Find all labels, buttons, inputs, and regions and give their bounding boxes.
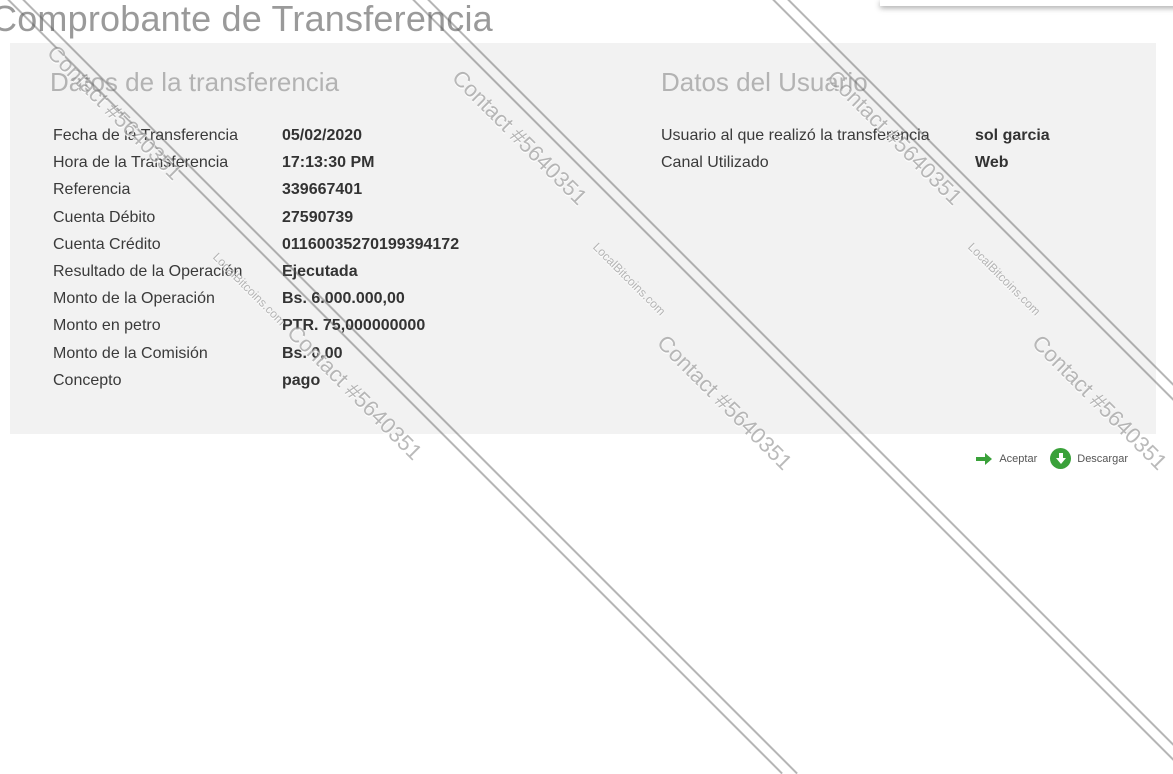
transfer-label: Hora de la Transferencia [53, 154, 229, 172]
concept-value: pago [282, 371, 321, 389]
page-title: Comprobante de Transferencia [0, 0, 493, 39]
operation-amount-value: Bs. 6.000.000,00 [282, 290, 405, 308]
transfer-label: Cuenta Crédito [53, 235, 161, 253]
transfer-label: Cuenta Débito [53, 208, 156, 226]
reference-value: 339667401 [282, 181, 363, 199]
channel-value: Web [975, 154, 1009, 172]
debit-account-value: 27590739 [282, 208, 354, 226]
transfer-label: Fecha de la Transferencia [53, 127, 238, 144]
receipt-panel: Datos de la transferencia Fecha de la Tr… [10, 43, 1156, 434]
transfer-label: Monto de la Comisión [53, 344, 208, 362]
transfer-label: Monto en petro [53, 317, 161, 335]
download-label: Descargar [1077, 452, 1128, 465]
download-button[interactable]: Descargar [1042, 448, 1128, 469]
user-label: Usuario al que realizó la transferencia [661, 127, 930, 144]
accept-button[interactable]: Aceptar [975, 452, 1037, 466]
transfer-time-value: 17:13:30 PM [282, 154, 375, 172]
petro-amount-value: PTR. 75,000000000 [282, 317, 426, 335]
arrow-right-icon [976, 452, 993, 465]
credit-account-value: 01160035270199394172 [282, 235, 460, 253]
transfer-section-title: Datos de la transferencia [50, 67, 340, 97]
footer-actions: Aceptar Descargar [975, 448, 1128, 469]
dialog-edge-shadow [880, 0, 1173, 6]
user-values: sol garcia Web [975, 122, 1050, 176]
transfer-label: Concepto [53, 371, 122, 389]
transfer-date-value: 05/02/2020 [282, 127, 363, 144]
commission-amount-value: Bs. 0,00 [282, 344, 343, 362]
recipient-user-value: sol garcia [975, 127, 1050, 144]
transfer-values: 05/02/2020 17:13:30 PM 339667401 2759073… [282, 122, 459, 394]
transfer-label: Referencia [53, 181, 131, 199]
transfer-label: Monto de la Operación [53, 290, 215, 308]
operation-result-value: Ejecutada [282, 263, 358, 281]
user-labels: Usuario al que realizó la transferencia … [661, 122, 930, 176]
download-icon [1050, 448, 1072, 469]
user-label: Canal Utilizado [661, 154, 769, 172]
user-section-title: Datos del Usuario [661, 67, 868, 97]
transfer-label: Resultado de la Operación [53, 263, 243, 281]
transfer-labels: Fecha de la Transferencia Hora de la Tra… [53, 122, 242, 394]
accept-label: Aceptar [999, 452, 1038, 465]
